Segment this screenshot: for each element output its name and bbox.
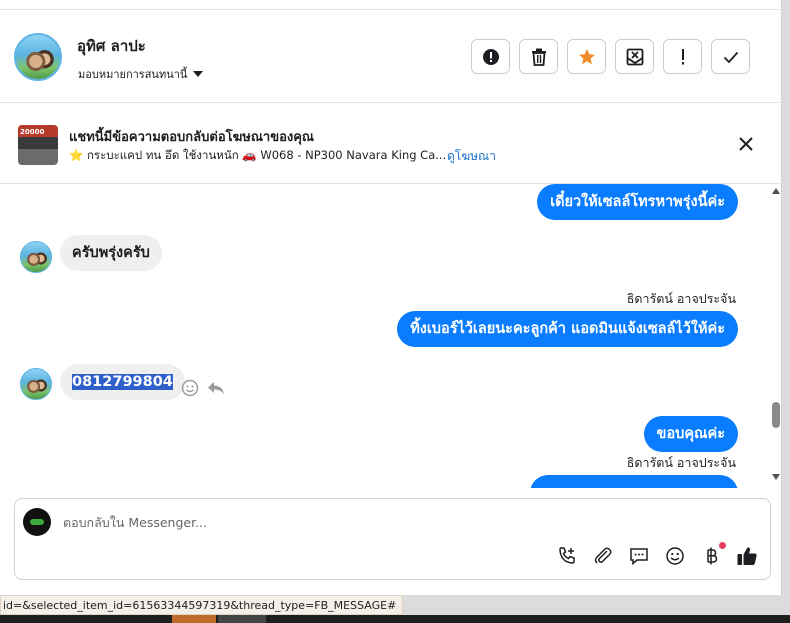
taskbar (0, 615, 790, 623)
inbox-conversation-panel: อุทิศ ลาปะ มอบหมายการสนทนานี้ 20000 แชทน… (0, 0, 782, 595)
message-scrollbar[interactable] (770, 184, 782, 488)
reply-icon[interactable] (207, 380, 225, 396)
important-button[interactable] (663, 39, 702, 74)
ad-thumbnail[interactable]: 20000 (18, 125, 58, 165)
payment-button[interactable] (700, 542, 726, 567)
top-strip (0, 0, 782, 10)
ad-reply-banner: 20000 แชทนี้มีข้อความตอบกลับต่อโฆษณาของค… (0, 104, 782, 184)
sender-name: ธิดารัตน์ อาจประจัน (626, 455, 736, 470)
contact-name[interactable]: อุทิศ ลาปะ (77, 34, 146, 58)
saved-replies-button[interactable] (628, 545, 650, 567)
scroll-up-arrow-icon[interactable] (772, 188, 780, 194)
notification-dot (719, 542, 726, 549)
ad-banner-subtitle: ⭐ กระบะแคป ทน อึด ใช้งานหนัก 🚗 W068 - NP… (69, 148, 447, 162)
phone-plus-icon (559, 547, 575, 564)
call-button[interactable] (556, 545, 578, 567)
thumbs-up-icon (737, 547, 757, 565)
reply-input[interactable] (63, 515, 663, 530)
emoji-icon (666, 547, 684, 565)
close-banner-button[interactable] (736, 134, 756, 154)
star-button[interactable] (567, 39, 606, 74)
delete-button[interactable] (519, 39, 558, 74)
header-actions (471, 39, 750, 74)
ad-banner-title: แชทนี้มีข้อความตอบกลับต่อโฆษณาของคุณ (69, 130, 314, 145)
assign-conversation-dropdown[interactable]: มอบหมายการสนทนานี้ (78, 65, 204, 83)
chat-bubble-icon (630, 548, 648, 566)
outgoing-message[interactable]: ขอบคุณค่ะ (643, 416, 738, 452)
check-icon (723, 51, 738, 63)
trash-icon (531, 48, 546, 66)
assign-label: มอบหมายการสนทนานี้ (78, 68, 188, 81)
paperclip-icon (594, 547, 612, 564)
incoming-message[interactable]: ครับพรุ่งครับ (60, 235, 162, 271)
done-button[interactable] (711, 39, 750, 74)
contact-avatar[interactable] (14, 33, 62, 81)
contact-avatar-small (20, 241, 52, 273)
page-avatar (23, 508, 51, 536)
close-icon (739, 137, 753, 151)
selected-text: 0812799804 (72, 374, 173, 390)
exclamation-icon (681, 48, 684, 64)
like-button[interactable] (736, 545, 758, 567)
envelope-x-icon (626, 48, 643, 65)
baht-icon (707, 547, 718, 565)
message-list[interactable]: เดี๋ยวให้เซลล์โทรหาพรุ่งนี้ค่ะ ครับพรุ่ง… (0, 184, 770, 488)
report-button[interactable] (471, 39, 510, 74)
view-ad-link[interactable]: ดูโฆษณา (447, 147, 496, 166)
status-bar-url: id=&selected_item_id=61563344597319&thre… (0, 595, 404, 615)
scroll-down-arrow-icon[interactable] (772, 474, 780, 480)
conversation-header: อุทิศ ลาปะ มอบหมายการสนทนานี้ (0, 10, 782, 103)
outgoing-message[interactable]: ทิ้งเบอร์ไว้เลยนะคะลูกค้า แอดมินแจ้งเซลล… (397, 311, 738, 347)
message-tools (181, 379, 225, 397)
incoming-message[interactable]: 0812799804 (60, 364, 185, 400)
exclamation-circle-icon (482, 48, 499, 65)
contact-avatar-small (20, 368, 52, 400)
caret-down-icon (193, 71, 204, 77)
outgoing-message[interactable]: เดี๋ยวให้เซลล์โทรหาพรุ่งนี้ค่ะ (537, 184, 738, 220)
sender-name: ธิดารัตน์ อาจประจัน (626, 291, 736, 306)
ad-thumbnail-text: 20000 (20, 128, 45, 136)
emoji-react-icon[interactable] (181, 379, 199, 397)
scroll-thumb[interactable] (772, 402, 780, 428)
outgoing-message-partial[interactable] (530, 475, 738, 488)
star-icon (578, 48, 595, 64)
mark-unread-button[interactable] (615, 39, 654, 74)
reply-composer (14, 498, 771, 580)
composer-tools (556, 542, 758, 567)
emoji-button[interactable] (664, 545, 686, 567)
attach-button[interactable] (592, 545, 614, 567)
